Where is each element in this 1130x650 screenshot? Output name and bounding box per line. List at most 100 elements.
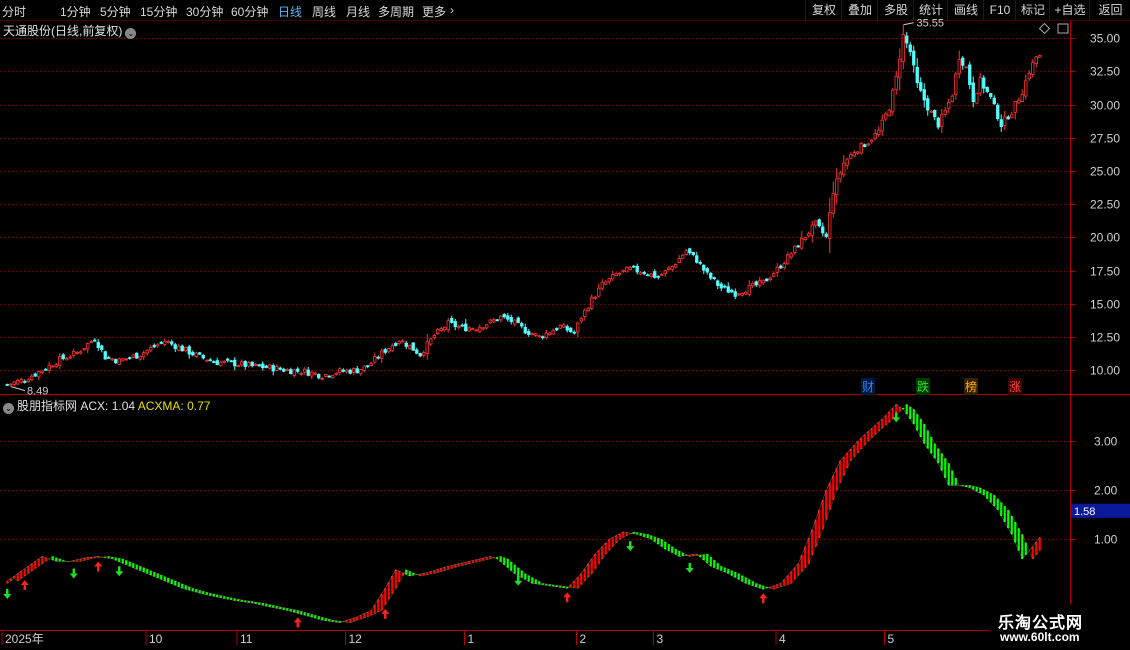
time-axis-label: 1 [468, 632, 475, 646]
candle-body [548, 332, 552, 336]
candle-body [730, 289, 734, 293]
candle-body [135, 352, 139, 359]
candle-body [765, 278, 769, 282]
candle-body [355, 368, 359, 374]
candle-body [219, 361, 223, 367]
event-badge[interactable]: 财 [861, 378, 876, 395]
candle-body [562, 324, 566, 328]
candle-body [873, 132, 877, 140]
candle-body [422, 352, 426, 356]
candle-body [86, 343, 90, 350]
candle-body [82, 348, 86, 351]
candle-body [877, 129, 881, 136]
candle-body [625, 267, 629, 273]
price-tick-label: 22.50 [1090, 198, 1120, 212]
buy-arrow-icon [94, 561, 103, 572]
candle-body [996, 104, 1000, 120]
main-panel-title[interactable]: 天通股份(日线,前复权) ⌄ [3, 22, 137, 39]
candle-body [331, 375, 335, 378]
candle-body [12, 381, 16, 385]
candle-body [614, 273, 618, 276]
candle-body [264, 365, 268, 368]
candle-body [257, 364, 261, 367]
candle-body [1006, 116, 1010, 120]
window-icon [1057, 23, 1069, 34]
candle-body [495, 319, 499, 322]
candle-body [509, 317, 513, 323]
candle-body [516, 317, 520, 323]
candle-body [180, 345, 184, 352]
candle-body [558, 324, 562, 329]
candle-body [408, 344, 412, 350]
candle-body [740, 292, 744, 296]
indicator-tick-label: 1.00 [1094, 533, 1118, 547]
candle-body [411, 342, 415, 351]
candle-body [261, 363, 265, 369]
event-badge[interactable]: 榜 [964, 378, 979, 395]
candle-body [296, 368, 300, 372]
candle-body [96, 341, 100, 349]
candle-body [905, 35, 909, 44]
candle-body [950, 95, 954, 102]
candle-body [187, 346, 191, 355]
candle-body [635, 265, 639, 273]
candle-body [51, 365, 55, 368]
candle-body [933, 109, 937, 118]
candle-body [849, 154, 853, 159]
candle-body [313, 372, 317, 375]
acxma-line [7, 403, 1040, 623]
candle-body [418, 353, 422, 357]
candle-body [156, 344, 160, 347]
candle-body [807, 233, 811, 237]
watermark-url: www.60lt.com [1000, 630, 1080, 644]
candle-body [513, 319, 517, 325]
candle-body [450, 318, 454, 323]
price-tick-label: 30.00 [1090, 99, 1120, 113]
candle-body [436, 329, 440, 335]
candle-body [306, 369, 310, 376]
chevron-down-icon[interactable]: ⌄ [3, 403, 14, 414]
candle-body [597, 287, 601, 297]
event-badge[interactable]: 涨 [1008, 378, 1023, 395]
candle-body [474, 329, 478, 332]
candle-body [149, 347, 153, 351]
candle-body [338, 368, 342, 374]
candle-body [684, 250, 688, 255]
candle-body [523, 327, 527, 334]
candle-body [957, 59, 961, 74]
candle-body [863, 144, 867, 148]
candle-body [887, 109, 891, 117]
candle-body [334, 373, 338, 375]
price-tick-label: 12.50 [1090, 331, 1120, 345]
candle-body [138, 355, 142, 360]
candle-body [695, 255, 699, 263]
candle-body [208, 359, 212, 362]
buy-arrow-icon [20, 580, 29, 591]
candle-body [1034, 56, 1038, 64]
event-badge[interactable]: 跌 [916, 378, 931, 395]
price-tick-label: 20.00 [1090, 231, 1120, 245]
candle-body [19, 378, 23, 383]
candle-body [376, 356, 380, 359]
candle-body [124, 358, 128, 361]
candle-body [492, 319, 496, 323]
candle-body [894, 75, 898, 90]
candle-body [537, 335, 541, 338]
candle-body [471, 328, 475, 330]
candle-body [688, 248, 692, 254]
candle-body [642, 272, 646, 275]
indicator-tick-label: 3.00 [1094, 435, 1118, 449]
candle-body [975, 92, 979, 104]
candle-body [16, 380, 20, 385]
candle-body [803, 236, 807, 240]
time-axis-label: 2025年 [5, 632, 44, 646]
indicator-name: 股朋指标网 [17, 399, 78, 413]
candle-body [943, 109, 947, 115]
candle-body [551, 330, 555, 335]
indicator-panel-title[interactable]: ⌄ 股朋指标网 ACX: 1.04 ACXMA: 0.77 [3, 397, 210, 414]
candle-body [576, 322, 580, 333]
candle-body [464, 323, 468, 332]
candle-body [121, 358, 125, 362]
candle-body [677, 258, 681, 263]
chevron-down-icon[interactable]: ⌄ [125, 28, 137, 39]
